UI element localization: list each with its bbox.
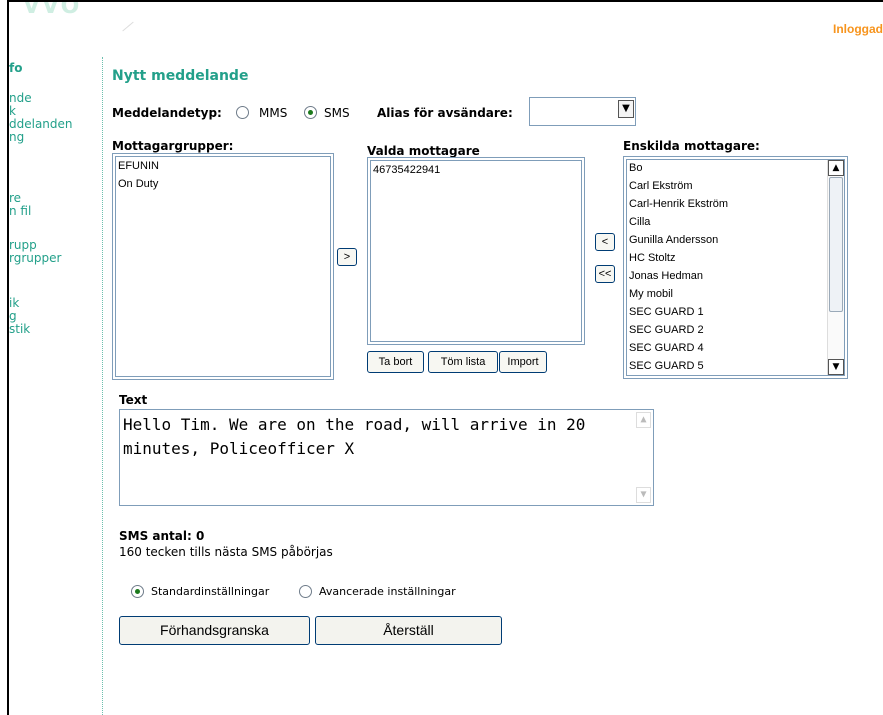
remove-button[interactable]: Ta bort bbox=[367, 351, 424, 373]
selected-listbox[interactable]: 46735422941 bbox=[367, 157, 585, 345]
advanced-settings-label: Avancerade inställningar bbox=[319, 585, 456, 598]
logged-in-label: Inloggad bbox=[833, 22, 883, 36]
message-text: Hello Tim. We are on the road, will arri… bbox=[123, 415, 586, 458]
groups-listbox[interactable]: EFUNIN On Duty bbox=[112, 153, 334, 380]
sidebar-item-groups[interactable]: rgrupper bbox=[9, 252, 102, 265]
sms-radio[interactable] bbox=[304, 106, 317, 119]
message-type-label: Meddelandetyp: bbox=[112, 106, 222, 120]
groups-label: Mottagargrupper: bbox=[112, 139, 234, 153]
sidebar-item-logistics[interactable]: stik bbox=[9, 323, 102, 336]
sms-label: SMS bbox=[324, 106, 350, 120]
standard-settings-radio[interactable] bbox=[131, 585, 144, 598]
chevron-down-icon[interactable]: ▼ bbox=[618, 100, 634, 118]
alias-select[interactable]: ▼ bbox=[529, 97, 636, 126]
list-item[interactable]: EFUNIN bbox=[116, 157, 330, 175]
page-title: Nytt meddelande bbox=[112, 68, 249, 84]
preview-button[interactable]: Förhandsgranska bbox=[119, 616, 310, 645]
remove-all-button[interactable]: << bbox=[595, 265, 615, 283]
list-item[interactable]: Carl Ekström bbox=[627, 177, 844, 195]
sidebar-nav: fo nde k ddelanden ng re n fil rupp rgru… bbox=[9, 62, 102, 336]
sidebar-item-info[interactable]: fo bbox=[9, 62, 102, 75]
individual-listbox[interactable]: Bo Carl Ekström Carl-Henrik Ekström Cill… bbox=[623, 156, 848, 379]
list-item[interactable]: SEC GUARD 2 bbox=[627, 321, 844, 339]
list-item[interactable]: Gunilla Andersson bbox=[627, 231, 844, 249]
divider bbox=[122, 21, 134, 32]
text-label: Text bbox=[119, 393, 148, 407]
reset-button[interactable]: Återställ bbox=[315, 616, 502, 645]
alias-label: Alias för avsändare: bbox=[377, 106, 513, 120]
scrollbar-thumb[interactable] bbox=[829, 177, 843, 312]
clear-list-button[interactable]: Töm lista bbox=[428, 351, 498, 373]
list-scrollbar[interactable]: ▲ ▼ bbox=[827, 160, 844, 375]
selected-list: 46735422941 bbox=[370, 160, 582, 342]
message-textarea[interactable]: Hello Tim. We are on the road, will arri… bbox=[119, 409, 654, 506]
list-item[interactable]: Jonas Hedman bbox=[627, 267, 844, 285]
list-item[interactable]: 46735422941 bbox=[371, 161, 581, 179]
sms-count: SMS antal: 0 bbox=[119, 529, 205, 543]
import-button[interactable]: Import bbox=[499, 351, 547, 373]
list-item[interactable]: SEC GUARD 1 bbox=[627, 303, 844, 321]
list-item[interactable]: Cilla bbox=[627, 213, 844, 231]
mms-label: MMS bbox=[259, 106, 288, 120]
sidebar-item-log[interactable]: ng bbox=[9, 131, 102, 144]
list-item[interactable]: Bo bbox=[627, 160, 844, 177]
chevron-down-icon[interactable]: ▼ bbox=[828, 359, 844, 375]
textarea-scrollbar[interactable]: ▲ ▼ bbox=[634, 410, 653, 505]
groups-list: EFUNIN On Duty bbox=[115, 156, 331, 377]
list-item[interactable]: On Duty bbox=[116, 175, 330, 193]
app-frame: VVO Inloggad fo nde k ddelanden ng re n … bbox=[7, 0, 883, 715]
chars-remaining: 160 tecken tills nästa SMS påbörjas bbox=[119, 545, 333, 559]
sidebar-divider bbox=[102, 57, 103, 715]
advanced-settings-radio[interactable] bbox=[299, 585, 312, 598]
chevron-up-icon[interactable]: ▲ bbox=[828, 160, 844, 176]
logo: VVO bbox=[23, 0, 82, 19]
add-group-button[interactable]: > bbox=[337, 248, 357, 266]
chevron-down-icon[interactable]: ▼ bbox=[636, 487, 651, 503]
individual-label: Enskilda mottagare: bbox=[623, 139, 760, 153]
list-item[interactable]: HC Stoltz bbox=[627, 249, 844, 267]
sidebar-item-import-file[interactable]: n fil bbox=[9, 205, 102, 218]
list-item[interactable]: SEC GUARD 5 bbox=[627, 357, 844, 375]
sidebar-item-send[interactable]: nde bbox=[9, 92, 102, 105]
standard-settings-label: Standardinställningar bbox=[151, 585, 270, 598]
list-item[interactable]: Carl-Henrik Ekström bbox=[627, 195, 844, 213]
list-item[interactable]: My mobil bbox=[627, 285, 844, 303]
chevron-up-icon[interactable]: ▲ bbox=[636, 412, 651, 428]
selected-label: Valda mottagare bbox=[367, 144, 480, 158]
remove-one-button[interactable]: < bbox=[595, 233, 615, 251]
list-item[interactable]: SEC GUARD 4 bbox=[627, 339, 844, 357]
sidebar-item-statistics[interactable]: ik bbox=[9, 297, 102, 310]
individual-list: Bo Carl Ekström Carl-Henrik Ekström Cill… bbox=[626, 159, 845, 376]
mms-radio[interactable] bbox=[236, 106, 249, 119]
